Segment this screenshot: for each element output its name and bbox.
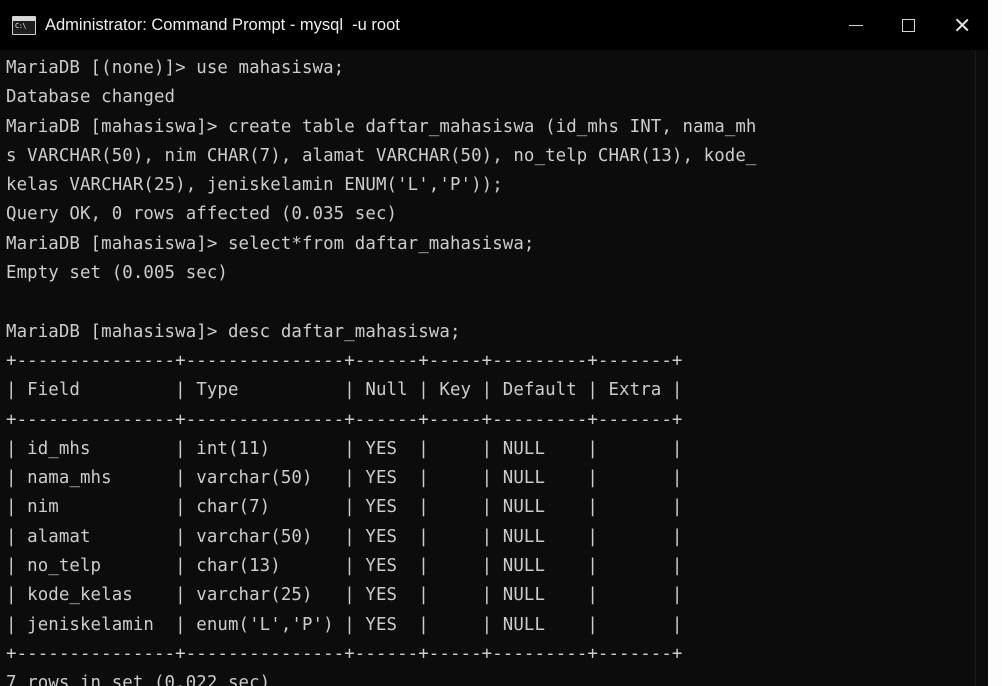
terminal-line: MariaDB [(none)]> use mahasiswa; (6, 58, 345, 78)
terminal-line: kelas VARCHAR(25), jeniskelamin ENUM('L'… (6, 175, 503, 196)
terminal-line: +---------------+---------------+------+… (6, 409, 683, 430)
console-icon: C:\ (12, 15, 36, 35)
terminal-scrollbar[interactable] (975, 50, 988, 686)
terminal-line: | jeniskelamin | enum('L','P') | YES | |… (6, 614, 683, 635)
terminal-line: MariaDB [mahasiswa]> desc daftar_mahasis… (6, 321, 461, 342)
terminal-line: Empty set (0.005 sec) (6, 263, 228, 284)
maximize-icon (902, 18, 915, 32)
terminal-line: MariaDB [mahasiswa]> create table daftar… (6, 116, 757, 137)
terminal-line: | no_telp | char(13) | YES | | NULL | | (6, 556, 683, 577)
window-controls (829, 0, 988, 50)
minimize-icon (848, 24, 863, 26)
terminal-line: Query OK, 0 rows affected (0.035 sec) (6, 204, 398, 225)
terminal-line: | Field | Type | Null | Key | Default | … (6, 380, 683, 401)
terminal-line: | alamat | varchar(50) | YES | | NULL | … (6, 526, 683, 547)
terminal-output-area[interactable]: MariaDB [(none)]> use mahasiswa; Database… (0, 50, 988, 686)
command-prompt-window[interactable]: C:\ Administrator: Command Prompt - mysq… (0, 0, 988, 686)
terminal-line: Database changed (6, 87, 176, 108)
close-icon (954, 17, 970, 33)
page-right-gutter (988, 0, 1002, 686)
title-bar-left-group: C:\ Administrator: Command Prompt - mysq… (12, 15, 829, 35)
terminal-lines: MariaDB [(none)]> use mahasiswa; Database… (6, 54, 988, 686)
maximize-button[interactable] (882, 0, 935, 50)
window-title: Administrator: Command Prompt - mysql -u… (45, 16, 400, 34)
terminal-line: s VARCHAR(50), nim CHAR(7), alamat VARCH… (6, 145, 757, 166)
terminal-line: | nama_mhs | varchar(50) | YES | | NULL … (6, 468, 683, 489)
terminal-line: +---------------+---------------+------+… (6, 350, 683, 371)
console-icon-label: C:\ (15, 21, 27, 30)
window-title-bar[interactable]: C:\ Administrator: Command Prompt - mysq… (0, 0, 988, 50)
terminal-line: +---------------+---------------+------+… (6, 643, 683, 664)
terminal-line: MariaDB [mahasiswa]> select*from daftar_… (6, 233, 535, 254)
terminal-line: | kode_kelas | varchar(25) | YES | | NUL… (6, 585, 683, 606)
terminal-line: | id_mhs | int(11) | YES | | NULL | | (6, 438, 683, 459)
terminal-line: | nim | char(7) | YES | | NULL | | (6, 497, 683, 518)
close-button[interactable] (935, 0, 988, 50)
terminal-line: 7 rows in set (0.022 sec) (6, 673, 271, 686)
minimize-button[interactable] (829, 0, 882, 50)
